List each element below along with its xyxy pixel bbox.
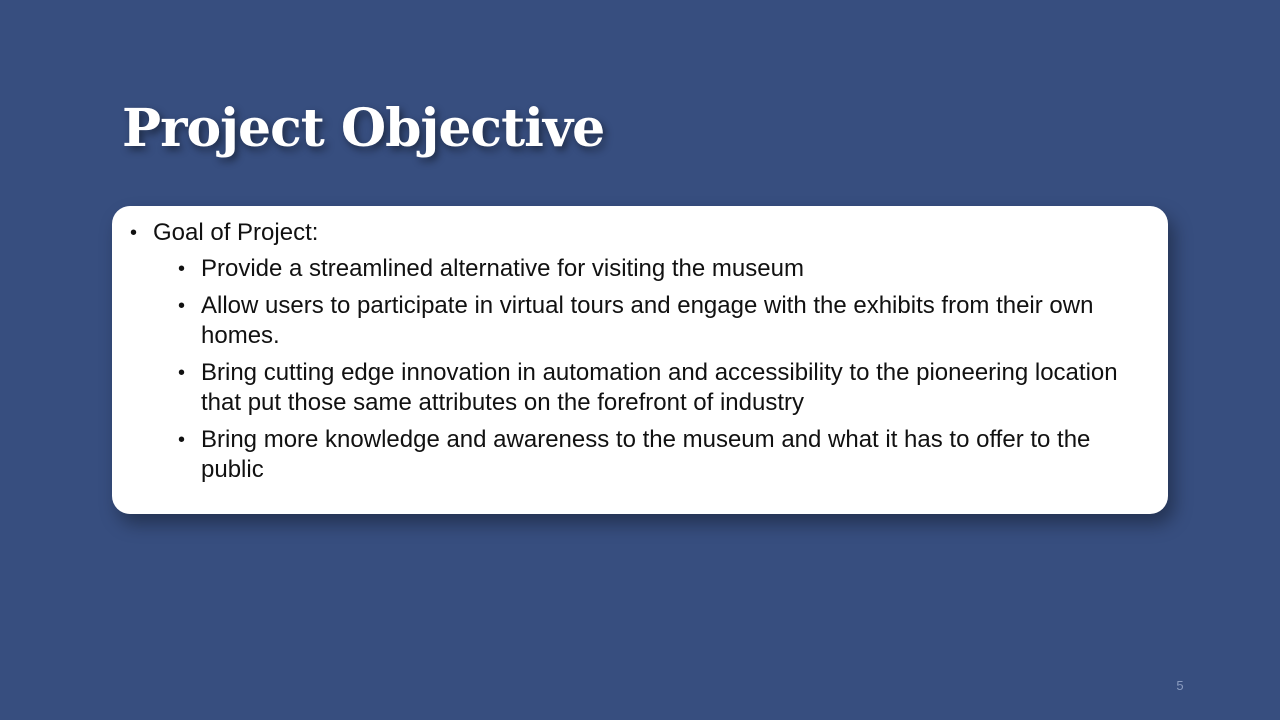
- list-item-text: Provide a streamlined alternative for vi…: [201, 255, 804, 282]
- list-item-text: Bring more knowledge and awareness to th…: [201, 426, 1091, 483]
- goal-heading: Goal of Project:: [153, 219, 319, 246]
- content-card: • Goal of Project: • Provide a streamlin…: [112, 206, 1168, 514]
- list-item: • Provide a streamlined alternative for …: [178, 254, 1138, 284]
- page-number: 5: [1176, 678, 1184, 693]
- list-item-text: Allow users to participate in virtual to…: [201, 292, 1094, 349]
- goal-heading-item: • Goal of Project:: [130, 218, 318, 248]
- slide-title: Project Objective: [122, 98, 605, 159]
- list-item-text: Bring cutting edge innovation in automat…: [201, 359, 1118, 416]
- bullet-icon: •: [178, 258, 186, 280]
- bullet-icon: •: [130, 222, 138, 244]
- list-item: • Bring more knowledge and awareness to …: [178, 425, 1138, 485]
- bullet-icon: •: [178, 362, 186, 384]
- slide: Project Objective • Goal of Project: • P…: [0, 0, 1280, 720]
- bullet-icon: •: [178, 429, 186, 451]
- goal-list: • Provide a streamlined alternative for …: [178, 254, 1138, 492]
- bullet-icon: •: [178, 295, 186, 317]
- list-item: • Bring cutting edge innovation in autom…: [178, 358, 1138, 418]
- list-item: • Allow users to participate in virtual …: [178, 291, 1138, 351]
